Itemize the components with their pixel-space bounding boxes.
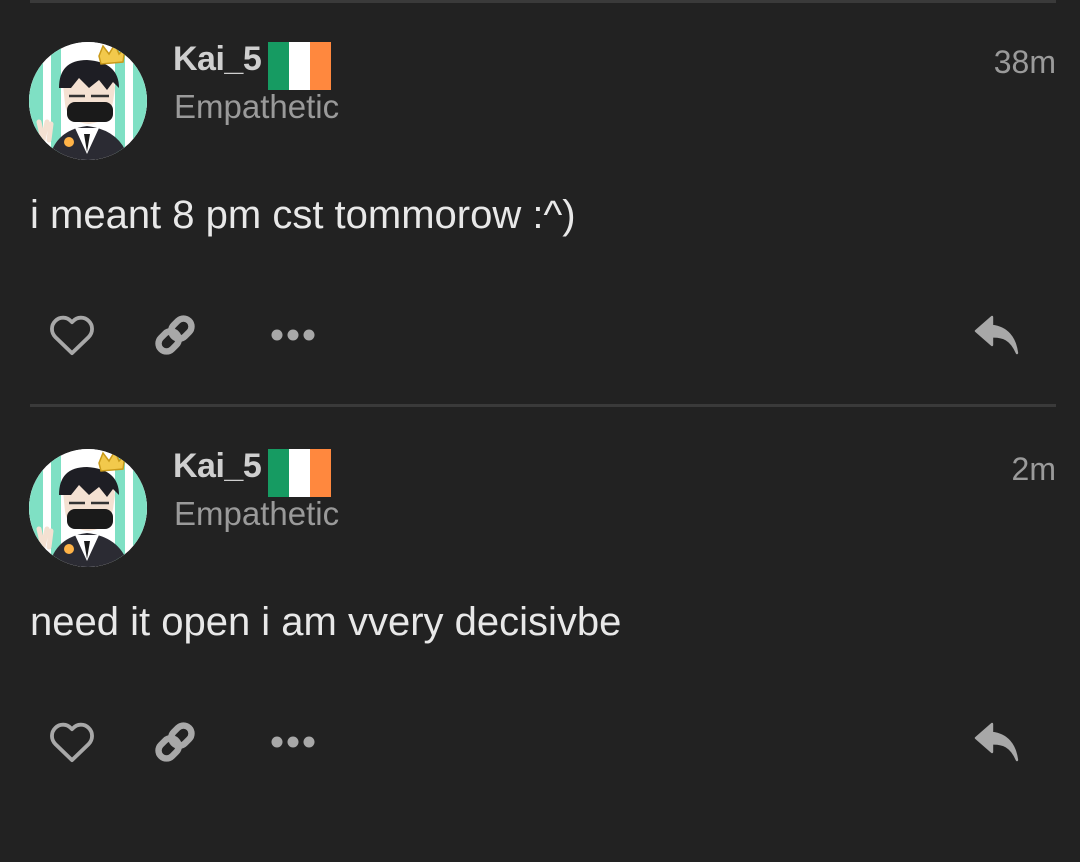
- reply-button[interactable]: [972, 310, 1022, 360]
- copy-link-button[interactable]: [150, 310, 200, 360]
- timestamp[interactable]: 38m: [994, 44, 1056, 81]
- avatar-image: [29, 449, 147, 567]
- like-button[interactable]: [47, 310, 97, 360]
- copy-link-button[interactable]: [150, 717, 200, 767]
- timestamp[interactable]: 2m: [1012, 451, 1056, 488]
- heart-icon: [50, 315, 94, 356]
- more-button[interactable]: [268, 310, 318, 360]
- user-title: Empathetic: [174, 495, 340, 532]
- avatar-image: [29, 42, 147, 160]
- more-button[interactable]: [268, 717, 318, 767]
- ireland-flag: [268, 42, 331, 90]
- avatar[interactable]: [29, 449, 147, 567]
- post: Kai_5 Empathetic 38m i meant 8 pm cst to…: [0, 0, 1080, 407]
- reply-button[interactable]: [972, 717, 1022, 767]
- avatar[interactable]: [29, 42, 147, 160]
- post: Kai_5 Empathetic 2m need it open i am vv…: [0, 407, 1080, 814]
- reply-icon: [974, 315, 1019, 355]
- username[interactable]: Kai_5: [173, 447, 262, 486]
- post-body: need it open i am vvery decisivbe: [30, 600, 622, 644]
- heart-icon: [50, 722, 94, 763]
- username[interactable]: Kai_5: [173, 40, 262, 79]
- like-button[interactable]: [47, 717, 97, 767]
- link-icon: [155, 722, 195, 762]
- link-icon: [155, 315, 195, 355]
- reply-icon: [974, 722, 1019, 762]
- more-icon: [271, 329, 315, 341]
- post-body: i meant 8 pm cst tommorow :^): [30, 193, 576, 237]
- more-icon: [271, 736, 315, 748]
- ireland-flag: [268, 449, 331, 497]
- user-title: Empathetic: [174, 88, 340, 125]
